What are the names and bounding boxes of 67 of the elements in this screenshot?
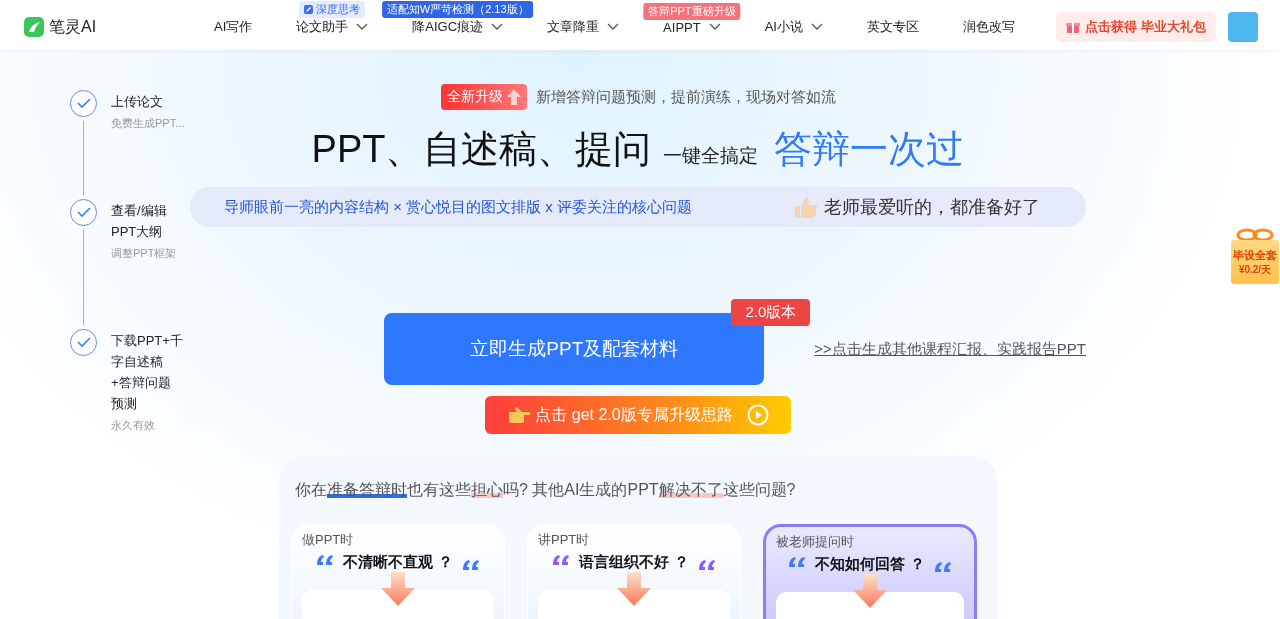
logo-text: 笔灵AI	[49, 16, 97, 37]
other-ppt-link[interactable]: >>点击生成其他课程汇报、实践报告PPT	[814, 339, 1086, 359]
problems-question: 你在准备答辩时也有这些担心吗? 其他AI生成的PPT解决不了这些问题?	[295, 480, 797, 500]
nav-link[interactable]: AIPPT	[663, 19, 721, 35]
banner-text: 新增答辩问题预测，提前演练，现场对答如流	[535, 87, 836, 107]
problem-card[interactable]: 讲PPT时 语言组织不好 ？	[527, 524, 741, 619]
chevron-icon	[607, 23, 620, 31]
close-quote-icon	[932, 560, 953, 574]
gift-pack-button[interactable]: 点击获得 毕业大礼包	[1056, 12, 1216, 42]
gift-text: 毕设全套	[1233, 247, 1277, 263]
check-icon	[76, 98, 91, 109]
step-title: +答辩问题	[111, 374, 172, 392]
check-icon	[76, 337, 91, 348]
problem-card[interactable]: 被老师提问时 不知如何回答 ？	[763, 524, 977, 619]
card-complaint: 不清晰不直观 ？	[343, 553, 453, 572]
gift-price: ¥0.2/天	[1238, 262, 1272, 277]
feature-list: 导师眼前一亮的内容结构 × 赏心悦目的图文排版 x 评委关注的核心问题	[224, 197, 786, 217]
headline: PPT、自述稿、提问	[311, 127, 652, 172]
card-complaint: 不知如何回答 ？	[815, 555, 925, 574]
play-icon	[746, 404, 769, 426]
step-title: 查看/编辑	[111, 202, 168, 220]
pointing-hand-icon	[507, 406, 532, 424]
leaf-logo-icon	[24, 17, 44, 37]
step-title: 下载PPT+千	[111, 332, 183, 350]
up-arrow-icon	[506, 89, 521, 105]
step-title: PPT大纲	[111, 223, 164, 241]
nav-link[interactable]: AI写作	[214, 18, 253, 36]
down-arrow-icon	[853, 574, 887, 608]
nav-badge: 深度思考	[299, 1, 366, 18]
chevron-icon	[708, 23, 721, 31]
headline-accent: 答辩一次过	[774, 127, 965, 172]
step-subtitle: 永久有效	[111, 418, 156, 433]
avatar[interactable]	[1228, 12, 1258, 42]
praise-text: 老师最爱听的，都准备好了	[824, 196, 1040, 219]
down-arrow-icon	[617, 572, 651, 606]
check-icon	[76, 207, 91, 218]
step-subtitle: 免费生成PPT...	[111, 116, 185, 131]
nav-link[interactable]: 论文助手	[296, 18, 369, 36]
chevron-icon	[356, 23, 369, 31]
close-quote-icon	[696, 558, 717, 572]
step-title: 预测	[111, 395, 138, 413]
upgrade-tag: 全新升级	[440, 84, 527, 110]
thumbs-up-icon	[792, 194, 818, 220]
problem-card[interactable]: 做PPT时 不清晰不直观 ？	[291, 524, 505, 619]
pen-icon	[304, 5, 314, 14]
step-title: 字自述稿	[111, 353, 164, 371]
gift-icon	[1066, 20, 1081, 34]
nav-link[interactable]: AI小说	[764, 18, 823, 36]
close-quote-icon	[460, 558, 481, 572]
down-arrow-icon	[381, 572, 415, 606]
card-complaint: 语言组织不好 ？	[579, 553, 689, 572]
chevron-icon	[810, 23, 823, 31]
bow-icon	[1235, 228, 1275, 242]
nav-badge: 适配知W严苛检测（2.13版）	[381, 1, 534, 18]
card-label: 做PPT时	[302, 531, 354, 549]
nav-link[interactable]: 文章降重	[547, 18, 620, 36]
nav-link[interactable]: 降AIGC痕迹	[412, 18, 504, 36]
nav-badge: 答辩PPT重磅升级	[643, 2, 741, 20]
card-label: 讲PPT时	[538, 531, 590, 549]
nav-link[interactable]: 润色改写	[962, 18, 1015, 36]
nav-link[interactable]: 英文专区	[866, 18, 919, 36]
headline-tagline: 一键全搞定	[663, 144, 759, 168]
step-title: 上传论文	[111, 93, 164, 111]
step-subtitle: 调整PPT框架	[111, 246, 177, 261]
chevron-icon	[491, 23, 504, 31]
version-badge: 2.0版本	[731, 299, 811, 326]
card-label: 被老师提问时	[776, 533, 854, 551]
